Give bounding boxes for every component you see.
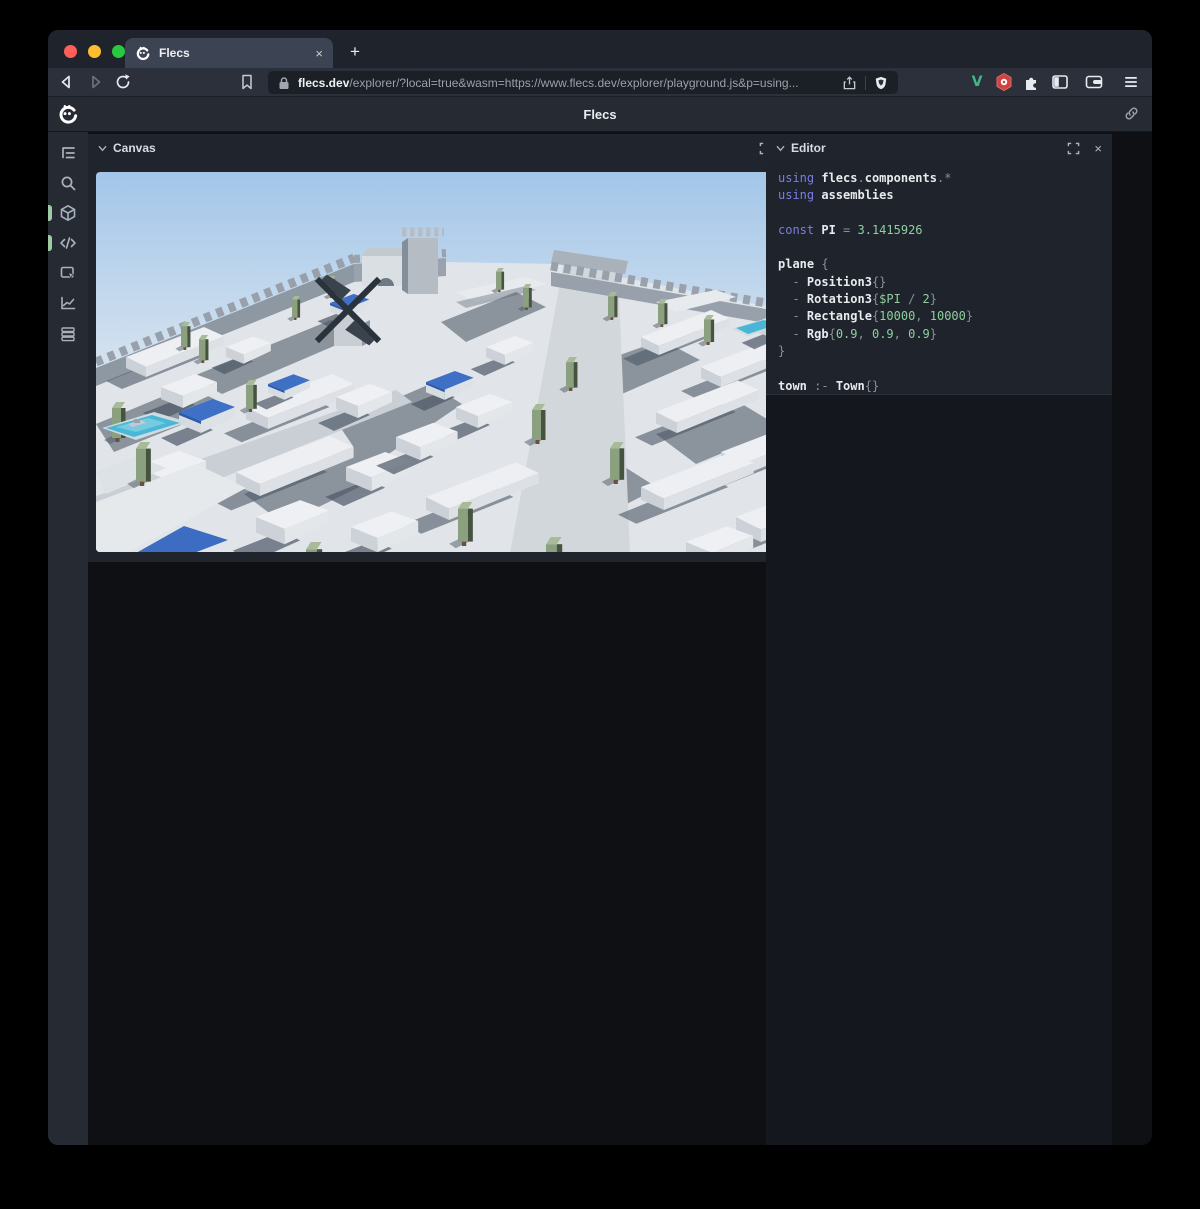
sidebar-item-tree[interactable]: [48, 138, 88, 168]
chart-icon: [59, 294, 77, 312]
canvas-panel-header: Canvas ×: [88, 134, 804, 162]
sidebar-item-canvas[interactable]: [48, 258, 88, 288]
forward-icon[interactable]: [85, 72, 105, 92]
url-bar[interactable]: flecs.dev/explorer/?local=true&wasm=http…: [268, 71, 898, 94]
browser-tab[interactable]: Flecs ×: [125, 38, 333, 68]
menu-hamburger-icon[interactable]: [1121, 72, 1141, 92]
brave-shield-icon[interactable]: [874, 75, 888, 91]
sidebar-item-queries[interactable]: [48, 319, 88, 349]
town-scene: [96, 172, 795, 552]
close-window-button[interactable]: [64, 45, 77, 58]
vue-devtools-icon[interactable]: V: [967, 72, 987, 92]
lock-icon: [278, 76, 290, 90]
url-divider: [865, 76, 866, 90]
content-area: Canvas ×: [48, 132, 1152, 1145]
sidebar: [48, 132, 88, 1145]
page-title: Flecs: [48, 97, 1152, 132]
sidebar-icon[interactable]: [1050, 72, 1070, 92]
chevron-down-icon[interactable]: [98, 144, 107, 153]
editor-panel-title: Editor: [791, 141, 1053, 155]
editor-panel-header: Editor ×: [766, 134, 1112, 162]
chain-link-icon[interactable]: [1123, 105, 1140, 122]
code-icon: [59, 234, 77, 252]
browser-window: Flecs × + flecs.dev/explorer/?local=true…: [48, 30, 1152, 1145]
adblock-hexagon-icon[interactable]: [994, 72, 1014, 92]
share-icon[interactable]: [842, 75, 857, 91]
canvas-3d-viewport[interactable]: [96, 172, 795, 552]
chevron-down-icon[interactable]: [776, 144, 785, 153]
minimize-window-button[interactable]: [88, 45, 101, 58]
fullscreen-icon[interactable]: [1067, 142, 1080, 155]
code-lines: using flecs.components.*using assemblies…: [778, 170, 1112, 395]
pointer-icon: [59, 264, 77, 282]
tab-close-icon[interactable]: ×: [315, 46, 323, 61]
app-header: Flecs: [48, 97, 1152, 132]
wallet-icon[interactable]: [1084, 72, 1104, 92]
sidebar-item-editor[interactable]: [48, 228, 88, 258]
browser-toolbar: flecs.dev/explorer/?local=true&wasm=http…: [48, 68, 1152, 97]
zoom-window-button[interactable]: [112, 45, 125, 58]
reload-icon[interactable]: [113, 72, 133, 92]
close-icon[interactable]: ×: [1094, 141, 1102, 156]
editor-panel: Editor × using flecs.components.*using a…: [766, 134, 1112, 1145]
bookmark-icon[interactable]: [237, 72, 257, 92]
url-text: flecs.dev/explorer/?local=true&wasm=http…: [298, 76, 842, 90]
url-path: /explorer/?local=true&wasm=https://www.f…: [349, 76, 798, 90]
canvas-panel: Canvas ×: [88, 134, 804, 562]
sidebar-item-entities[interactable]: [48, 198, 88, 228]
sidebar-item-search[interactable]: [48, 168, 88, 198]
tab-title: Flecs: [159, 46, 315, 60]
canvas-panel-title: Canvas: [113, 141, 745, 155]
new-tab-button[interactable]: +: [343, 40, 367, 64]
flecs-favicon-icon: [135, 46, 150, 61]
search-icon: [59, 174, 77, 192]
tree-icon: [59, 144, 77, 162]
traffic-lights: [64, 45, 125, 58]
back-icon[interactable]: [57, 72, 77, 92]
url-domain: flecs.dev: [298, 76, 349, 90]
extensions-puzzle-icon[interactable]: [1022, 72, 1042, 92]
tab-bar: Flecs × +: [48, 30, 1152, 68]
cube-icon: [59, 204, 77, 222]
sidebar-item-stats[interactable]: [48, 288, 88, 318]
rows-icon: [59, 325, 77, 343]
code-editor[interactable]: using flecs.components.*using assemblies…: [766, 162, 1112, 395]
